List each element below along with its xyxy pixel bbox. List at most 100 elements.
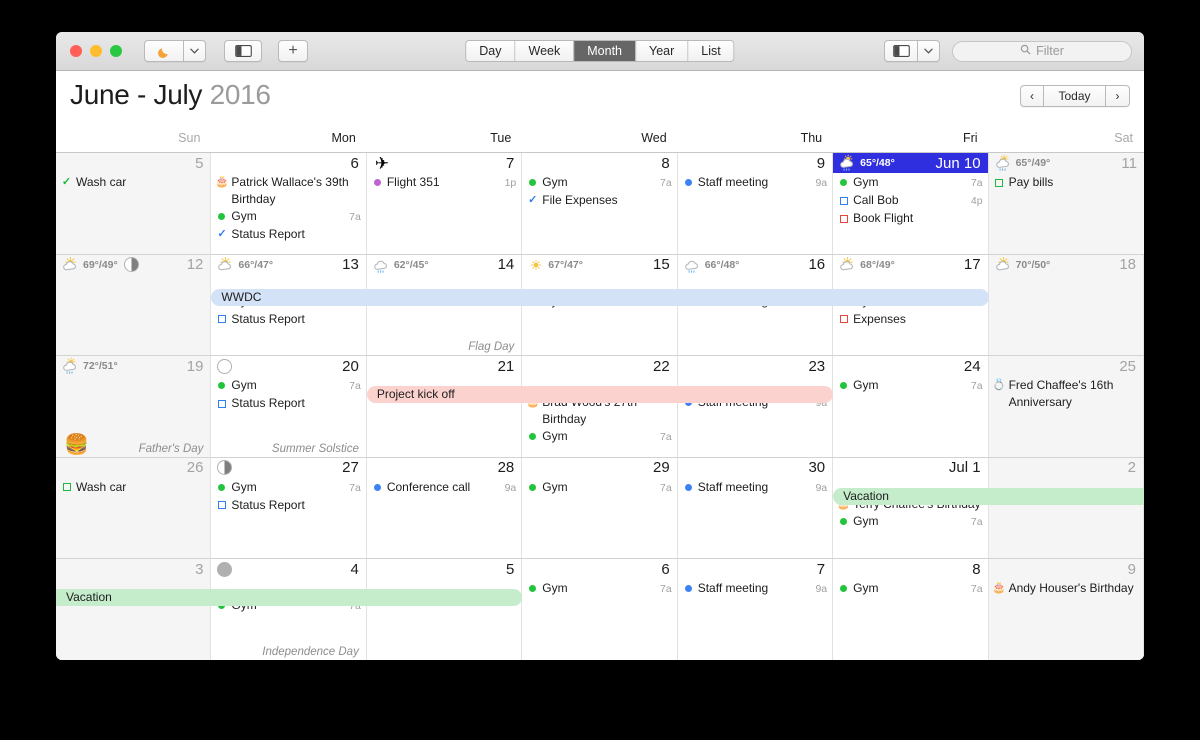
calendar-view-icon[interactable] [884,40,918,62]
day-cell[interactable]: 6 🎂 Patrick Wallace's 39th Birthday Gym 7a ✓ S… [211,153,367,254]
multi-day-event-banner[interactable]: Project kick off [366,386,834,404]
day-cell[interactable]: 6 Gym 7a [522,559,678,660]
event-item[interactable]: Gym 7a [838,513,983,531]
event-item[interactable]: Status Report [216,311,360,328]
day-cell[interactable]: 5 ✓ Wash car [56,153,212,254]
close-button[interactable] [70,45,82,57]
calendar-view-chevron-down-icon[interactable] [918,40,940,62]
day-cell[interactable]: 7 Staff meeting 9a [678,559,834,660]
event-item[interactable]: Wash car [61,479,205,496]
tab-week[interactable]: Week [514,41,574,61]
event-item[interactable]: Flight 351 1p [372,174,516,192]
completed-check-icon[interactable]: ✓ [216,226,227,243]
crescent-moon-icon[interactable] [144,40,184,62]
view-segmented-control[interactable]: Day Week Month Year List [465,40,735,62]
day-cell[interactable]: 72°/51° 19 🍔 Father's Day [56,356,212,457]
day-cell[interactable]: 24 Gym 7a [833,356,989,457]
event-item[interactable]: Pay bills [994,174,1139,191]
multi-day-event-banner[interactable]: Vacation [56,589,523,607]
day-cell[interactable]: 9 🎂 Andy Houser's Birthday [988,559,1144,660]
event-item[interactable]: Call Bob 4p [838,192,983,210]
day-cell[interactable]: 30 Staff meeting 9a [678,457,834,559]
event-item[interactable]: Gym 7a [838,377,983,395]
day-cell[interactable]: 20 Gym 7a Status Report Summer Solstice [211,356,367,457]
reminder-checkbox-icon[interactable] [216,497,227,514]
day-cell-header: 68°/49° 17 [833,255,987,275]
event-item[interactable]: Gym 7a [527,174,672,192]
tab-month[interactable]: Month [573,41,635,61]
day-cell[interactable]: 4 Gym7aIndependence Day [211,559,367,660]
day-cell[interactable]: 22 🎂Brad Wood's 27th BirthdayGym7a [522,356,678,457]
event-item[interactable]: Staff meeting 9a [683,479,827,497]
completed-check-icon[interactable]: ✓ [61,174,72,191]
day-cell[interactable]: 26 Wash car [56,457,212,559]
event-item[interactable]: Status Report [216,395,360,412]
event-item[interactable]: Gym 7a [527,580,672,598]
day-cell[interactable]: 65°/48° Jun 10 Gym 7a Call Bob 4p Book Flight [833,153,989,254]
filter-input[interactable]: Filter [952,40,1132,62]
minimize-button[interactable] [90,45,102,57]
completed-check-icon[interactable]: ✓ [527,192,538,209]
event-item[interactable]: ✓ Wash car [61,174,205,191]
day-cell[interactable]: 69°/49° 12 [56,254,212,356]
event-item[interactable]: Gym 7a [527,428,672,446]
event-item[interactable]: 🎂 Patrick Wallace's 39th Birthday [215,174,360,208]
chevron-down-icon[interactable] [184,40,206,62]
event-item[interactable]: Gym 7a [838,580,983,598]
event-item[interactable]: Expenses [838,311,982,328]
day-cell[interactable]: 21 [367,356,523,457]
event-item[interactable]: Book Flight [838,210,982,227]
day-cell[interactable]: 9 Staff meeting 9a [678,153,834,254]
tab-list[interactable]: List [687,41,734,61]
multi-day-event-banner[interactable]: WWDC [211,288,989,306]
weekday-label-thu: Thu [800,131,823,145]
moon-phase-new-icon [217,358,233,374]
event-item[interactable]: 🎂 Andy Houser's Birthday [992,580,1138,597]
event-item[interactable]: Gym 7a [216,208,361,226]
event-item[interactable]: ✓ File Expenses [527,192,671,209]
event-dot-icon [527,174,538,191]
day-cell[interactable]: 7 ✈ Flight 351 1p [367,153,523,254]
event-item[interactable]: Gym 7a [216,377,361,395]
reminder-checkbox-icon[interactable] [61,479,72,496]
event-item[interactable]: Conference call 9a [372,479,516,497]
reminder-checkbox-icon[interactable] [838,210,849,227]
day-cell[interactable]: 23 Staff meeting9a [678,356,834,457]
event-item[interactable]: Staff meeting 9a [683,580,827,598]
event-item[interactable]: Gym 7a [527,479,672,497]
day-cell[interactable]: 3 [56,559,212,660]
next-period-button[interactable]: › [1106,85,1130,107]
tab-year[interactable]: Year [635,41,688,61]
today-button[interactable]: Today [1044,85,1106,107]
day-cell[interactable]: 29 Gym 7a [522,457,678,559]
reminder-checkbox-icon[interactable] [216,311,227,328]
previous-period-button[interactable]: ‹ [1020,85,1044,107]
day-cell[interactable]: 8 Gym 7a [833,559,989,660]
day-cell[interactable]: 25 💍 Fred Chaffee's 16th Anniversary [988,356,1144,457]
day-cell[interactable]: 2 [988,457,1144,559]
add-event-button[interactable]: + [278,40,308,62]
event-item[interactable]: 💍 Fred Chaffee's 16th Anniversary [992,377,1138,411]
multi-day-event-banner[interactable]: Vacation [833,487,1144,505]
reminder-checkbox-icon[interactable] [838,192,849,209]
day-cell[interactable]: 8 Gym 7a ✓ File Expenses [522,153,678,254]
day-cell[interactable]: 65°/49° 11 Pay bills [988,153,1144,254]
sidebar-toggle-icon[interactable] [224,40,262,62]
event-item[interactable]: Gym 7a [216,479,361,497]
event-item[interactable]: Gym 7a [838,174,983,192]
reminder-checkbox-icon[interactable] [216,395,227,412]
day-cell[interactable]: 28 Conference call 9a [367,457,523,559]
event-item[interactable]: Staff meeting 9a [683,174,827,192]
day-cell[interactable]: 70°/50° 18 [988,254,1144,356]
reminder-checkbox-icon[interactable] [994,174,1005,191]
zoom-button[interactable] [110,45,122,57]
day-cell[interactable]: 27 Gym 7a Status Report [211,457,367,559]
event-item[interactable]: Status Report [216,497,360,514]
day-number: 18 [1119,256,1136,274]
day-cell[interactable]: Jul 1 🎂Terry Chaffee's BirthdayGym7a [833,457,989,559]
day-cell[interactable]: 5 [367,559,523,660]
tab-day[interactable]: Day [466,41,515,61]
reminder-checkbox-icon[interactable] [838,311,849,328]
event-dot-icon [683,580,694,597]
event-item[interactable]: ✓ Status Report [216,226,360,243]
